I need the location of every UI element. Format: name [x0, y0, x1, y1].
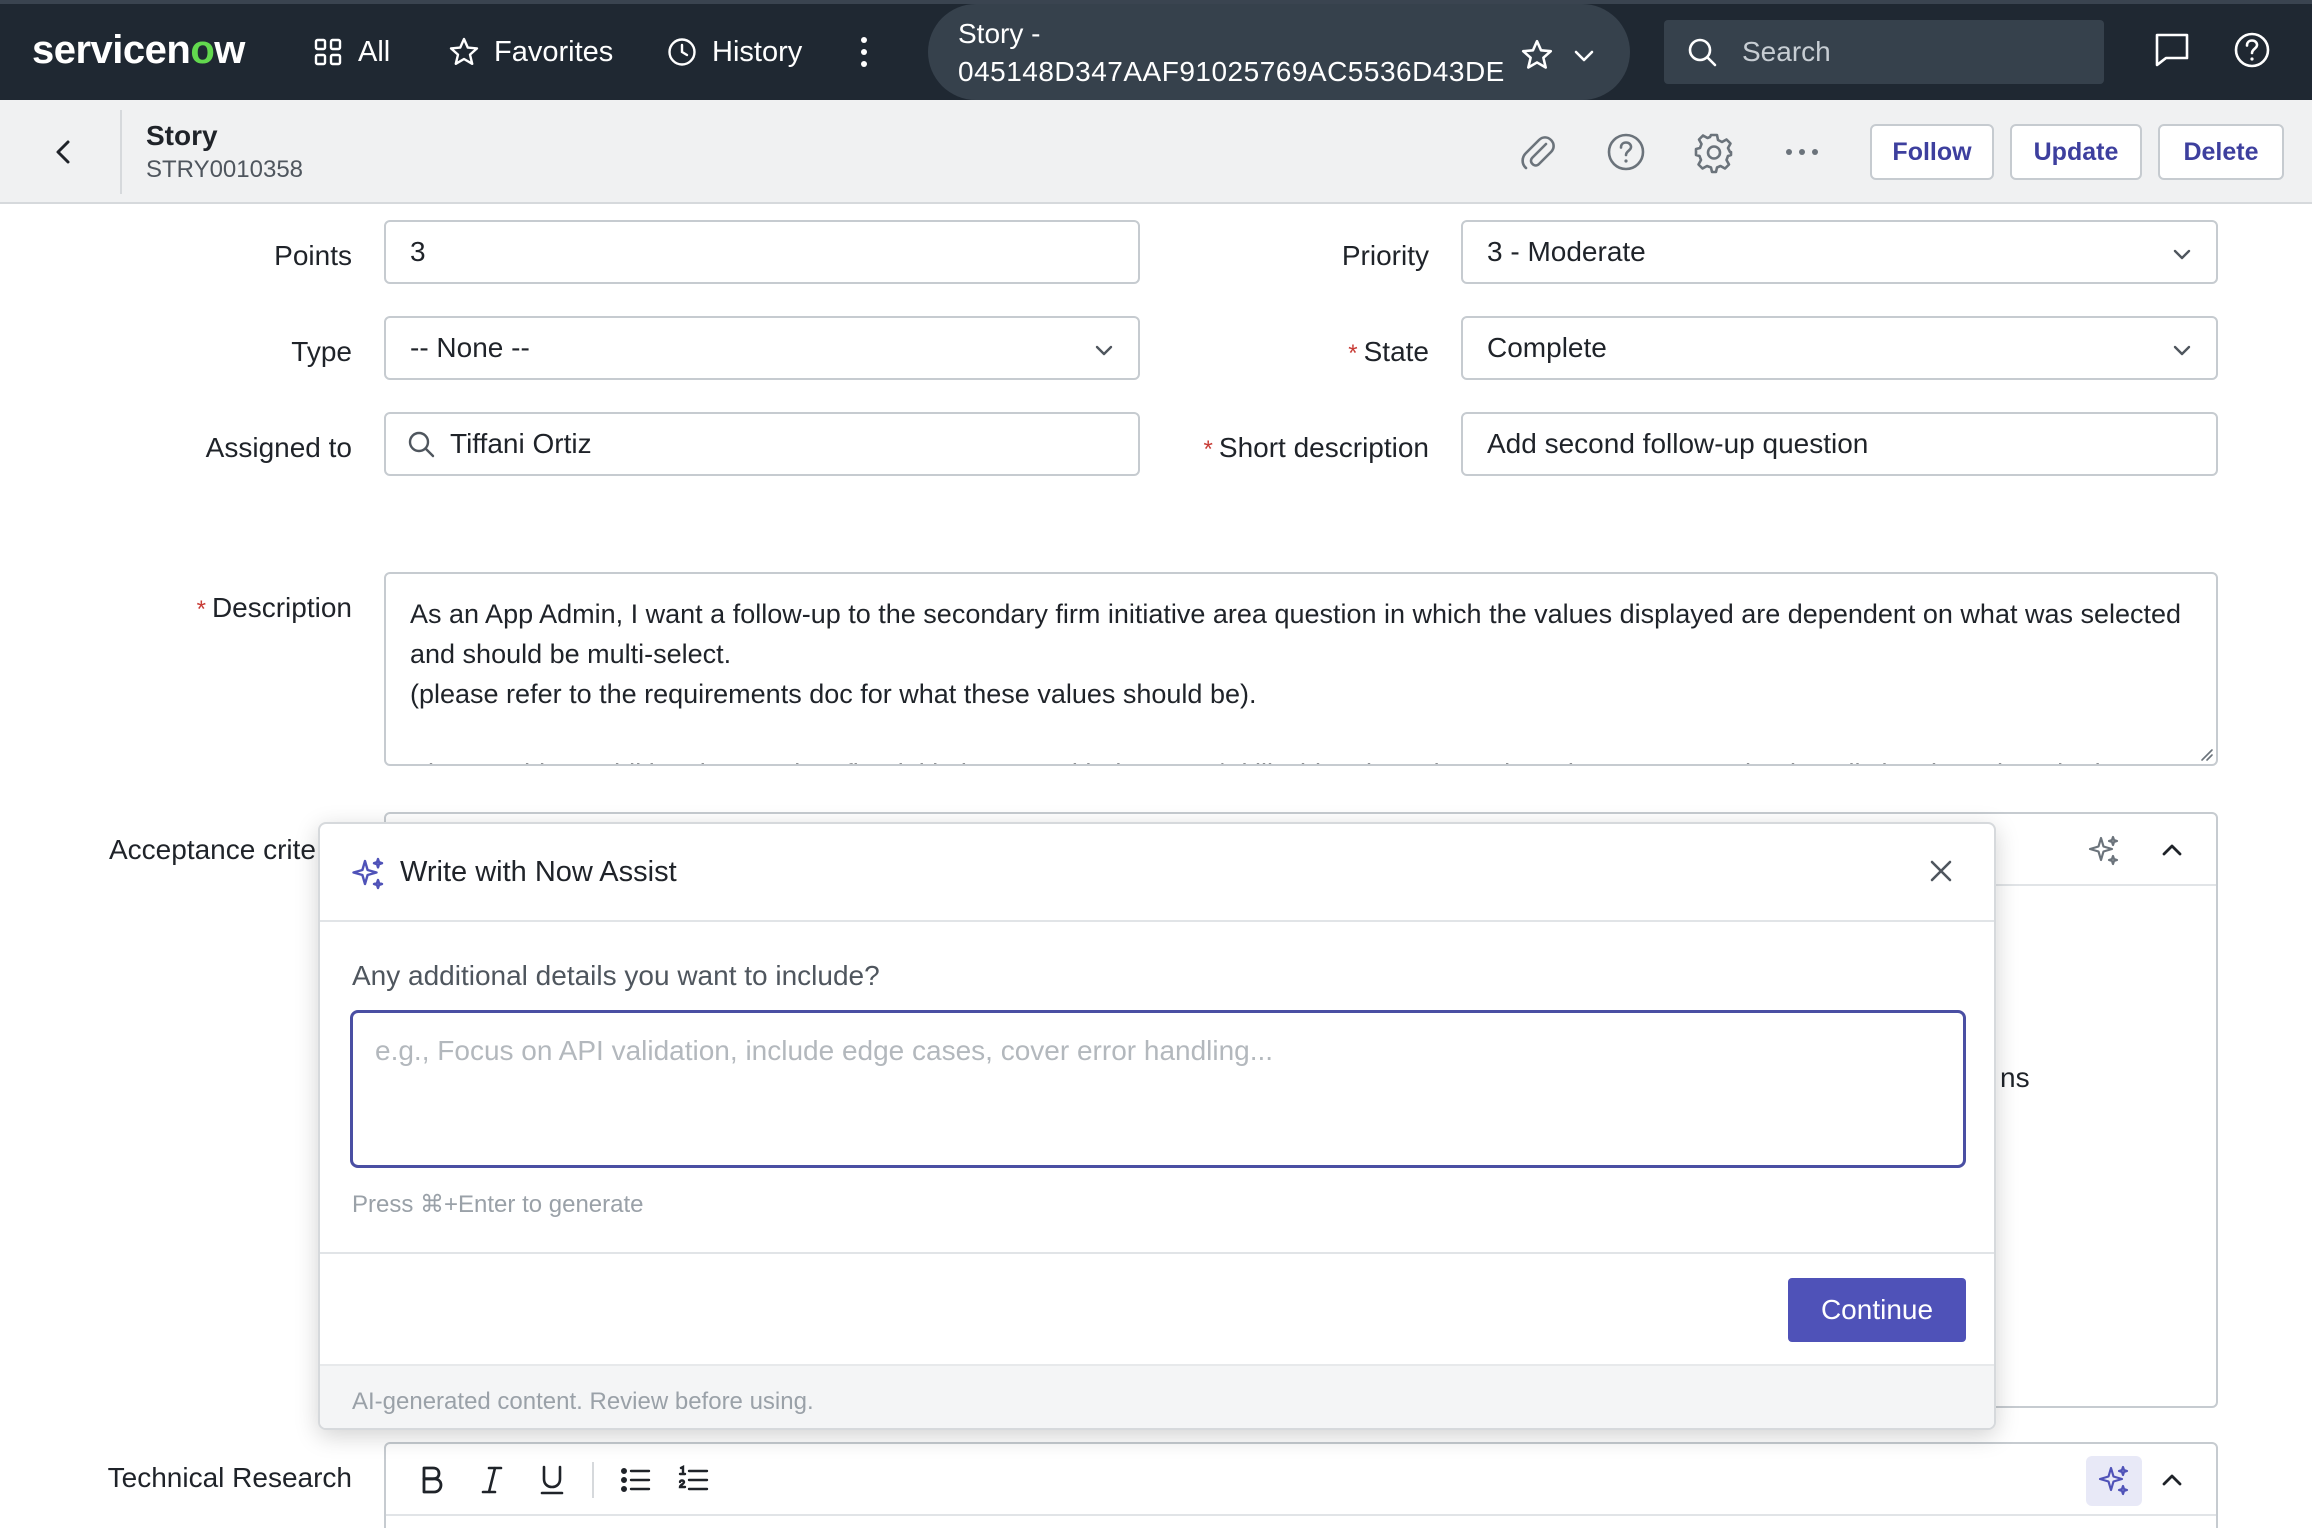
dialog-prompt: Any additional details you want to inclu…	[352, 960, 880, 991]
chevron-down-icon	[1095, 345, 1113, 356]
record-header: Story STRY0010358 Follow Update Delete	[0, 100, 2312, 204]
close-icon[interactable]	[1926, 856, 1956, 886]
assigned-to-label: Assigned to	[205, 432, 352, 463]
more-vertical-icon[interactable]	[854, 34, 874, 70]
priority-value: 3 - Moderate	[1487, 236, 1646, 267]
resize-handle-icon[interactable]	[2196, 744, 2214, 762]
priority-label: Priority	[1341, 240, 1429, 271]
state-select[interactable]: Complete	[1461, 316, 2218, 380]
chevron-down-icon	[2173, 249, 2191, 260]
assigned-to-value: Tiffani Ortiz	[450, 428, 592, 459]
gear-icon[interactable]	[1692, 130, 1736, 174]
points-label: Points	[274, 240, 352, 271]
nav-all-label: All	[358, 35, 391, 68]
assigned-to-field[interactable]: Tiffani Ortiz	[384, 412, 1140, 476]
toolbar-separator	[592, 1462, 594, 1498]
star-icon	[449, 37, 479, 65]
underline-icon[interactable]	[534, 1462, 570, 1498]
header-divider	[120, 110, 122, 194]
record-number: STRY0010358	[146, 156, 304, 183]
state-label-text: State	[1363, 336, 1429, 367]
continue-button[interactable]: Continue	[1788, 1278, 1966, 1342]
paperclip-icon[interactable]	[1516, 130, 1560, 174]
favorite-star-icon[interactable]	[1520, 38, 1554, 72]
keyboard-hint: Press ⌘+Enter to generate	[352, 1191, 644, 1218]
additional-details-input[interactable]	[350, 1010, 1966, 1168]
now-assist-button[interactable]	[2086, 1456, 2142, 1506]
more-horizontal-icon[interactable]	[1780, 130, 1824, 174]
global-search-input[interactable]	[1742, 30, 2082, 74]
sparkle-icon	[2098, 1465, 2129, 1496]
required-marker: *	[196, 596, 206, 623]
state-value: Complete	[1487, 332, 1607, 363]
search-icon	[1688, 38, 1717, 67]
dialog-title: Write with Now Assist	[400, 856, 677, 888]
chevron-up-icon[interactable]	[2158, 1466, 2186, 1494]
now-assist-button[interactable]	[2076, 826, 2132, 876]
italic-icon[interactable]	[474, 1462, 510, 1498]
servicenow-logo[interactable]: servicenow	[32, 28, 245, 73]
description-label-text: Description	[211, 592, 352, 623]
sparkle-icon	[2088, 835, 2119, 866]
state-label: * State	[1348, 336, 1429, 368]
numbered-list-icon[interactable]	[676, 1462, 712, 1498]
description-label: * Description	[197, 592, 352, 624]
delete-button[interactable]: Delete	[2158, 124, 2284, 180]
chevron-up-icon[interactable]	[2158, 836, 2186, 864]
dialog-header: Write with Now Assist	[320, 824, 1994, 922]
current-record-pill[interactable]: Story - 045148D347AAF91025769AC5536D43DE	[928, 4, 1630, 100]
nav-favorites-label: Favorites	[494, 35, 614, 68]
ai-disclaimer: AI-generated content. Review before usin…	[352, 1388, 814, 1415]
story-pill-sys-id: 045148D347AAF91025769AC5536D43DE	[958, 56, 1505, 87]
record-title: Story	[146, 120, 218, 151]
description-textarea[interactable]: As an App Admin, I want a follow-up to t…	[384, 572, 2218, 766]
priority-select[interactable]: 3 - Moderate	[1461, 220, 2218, 284]
top-navigation-bar: servicenow All Favorites History Story -…	[0, 0, 2312, 100]
clock-icon	[668, 38, 696, 66]
dialog-divider	[320, 1252, 1994, 1254]
nav-history[interactable]: History	[666, 30, 802, 74]
nav-history-label: History	[712, 35, 803, 68]
story-pill-title: Story -	[958, 18, 1041, 49]
now-assist-dialog: Write with Now Assist Any additional det…	[318, 822, 1996, 1430]
type-value: -- None --	[410, 332, 530, 363]
points-value: 3	[410, 236, 426, 267]
back-arrow-icon[interactable]	[46, 134, 82, 170]
chevron-down-icon	[2173, 345, 2191, 356]
required-marker: *	[1348, 340, 1358, 367]
help-icon[interactable]	[2232, 30, 2272, 70]
short-description-field[interactable]: Add second follow-up question	[1461, 412, 2218, 476]
technical-research-toolbar	[386, 1444, 2216, 1516]
bold-icon[interactable]	[414, 1462, 450, 1498]
dialog-footer: AI-generated content. Review before usin…	[320, 1364, 1994, 1428]
nav-all[interactable]: All	[312, 30, 390, 74]
required-marker: *	[1203, 436, 1213, 463]
technical-research-label: Technical Research	[107, 1462, 352, 1493]
acceptance-criteria-label: Acceptance crite	[109, 834, 316, 865]
short-description-label: * Short description	[1204, 432, 1429, 464]
type-select[interactable]: -- None --	[384, 316, 1140, 380]
short-description-value: Add second follow-up question	[1487, 428, 1869, 459]
acceptance-criteria-text-fragment: ns	[2000, 1062, 2030, 1093]
points-field[interactable]: 3	[384, 220, 1140, 284]
short-description-label-text: Short description	[1218, 432, 1429, 463]
global-search[interactable]	[1664, 20, 2104, 84]
chevron-down-icon[interactable]	[1570, 42, 1598, 70]
follow-button[interactable]: Follow	[1870, 124, 1994, 180]
type-label: Type	[291, 336, 352, 367]
update-button[interactable]: Update	[2010, 124, 2142, 180]
nav-favorites[interactable]: Favorites	[448, 30, 613, 74]
sparkle-icon	[352, 857, 384, 890]
chat-icon[interactable]	[2152, 30, 2192, 70]
grid-icon	[314, 38, 342, 66]
search-icon	[408, 431, 435, 458]
help-circle-icon[interactable]	[1604, 130, 1648, 174]
bullet-list-icon[interactable]	[618, 1462, 654, 1498]
technical-research-editor[interactable]	[384, 1442, 2218, 1528]
